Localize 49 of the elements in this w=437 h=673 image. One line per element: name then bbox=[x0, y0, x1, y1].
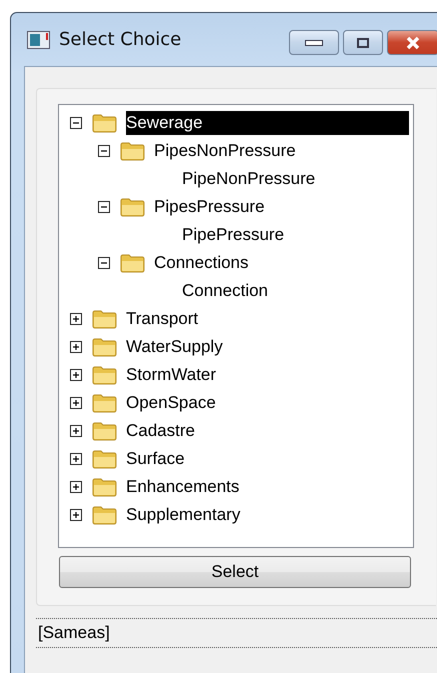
tree-item[interactable]: PipesNonPressure bbox=[154, 139, 298, 163]
folder-icon bbox=[92, 113, 117, 133]
tree-item[interactable]: Cadastre bbox=[126, 419, 197, 443]
expand-icon[interactable] bbox=[70, 481, 82, 493]
tree-item[interactable]: PipesPressure bbox=[154, 195, 267, 219]
tree-item[interactable]: Transport bbox=[126, 307, 200, 331]
tree-item[interactable]: PipeNonPressure bbox=[182, 167, 318, 191]
expand-icon[interactable] bbox=[70, 509, 82, 521]
folder-icon bbox=[92, 477, 117, 497]
folder-icon bbox=[92, 309, 117, 329]
tree-item[interactable]: OpenSpace bbox=[126, 391, 218, 415]
folder-icon bbox=[92, 337, 117, 357]
expand-icon[interactable] bbox=[70, 425, 82, 437]
collapse-icon[interactable] bbox=[70, 117, 82, 129]
window-title: Select Choice bbox=[59, 29, 182, 50]
minimize-button[interactable] bbox=[289, 30, 339, 55]
select-button[interactable]: Select bbox=[59, 556, 411, 588]
collapse-icon[interactable] bbox=[98, 145, 110, 157]
folder-icon bbox=[120, 197, 145, 217]
tree-item[interactable]: Surface bbox=[126, 447, 187, 471]
maximize-button[interactable] bbox=[343, 30, 383, 55]
tree-item[interactable]: Connection bbox=[182, 279, 270, 303]
collapse-icon[interactable] bbox=[98, 257, 110, 269]
collapse-icon[interactable] bbox=[98, 201, 110, 213]
tree-item[interactable]: PipePressure bbox=[182, 223, 286, 247]
minimize-icon bbox=[305, 40, 323, 46]
tree-item[interactable]: Sewerage bbox=[126, 111, 409, 135]
folder-icon bbox=[92, 393, 117, 413]
folder-icon bbox=[92, 365, 117, 385]
close-button[interactable] bbox=[387, 30, 437, 55]
folder-icon bbox=[120, 141, 145, 161]
tree-item[interactable]: Supplementary bbox=[126, 503, 242, 527]
tree-item[interactable]: StormWater bbox=[126, 363, 218, 387]
folder-icon bbox=[120, 253, 145, 273]
maximize-icon bbox=[357, 38, 369, 48]
expand-icon[interactable] bbox=[70, 397, 82, 409]
tree-item[interactable]: Enhancements bbox=[126, 475, 242, 499]
status-text: [Sameas] bbox=[38, 623, 110, 643]
tree-item[interactable]: WaterSupply bbox=[126, 335, 225, 359]
expand-icon[interactable] bbox=[70, 369, 82, 381]
expand-icon[interactable] bbox=[70, 453, 82, 465]
folder-icon bbox=[92, 421, 117, 441]
tree-item[interactable]: Connections bbox=[154, 251, 251, 275]
folder-icon bbox=[92, 505, 117, 525]
expand-icon[interactable] bbox=[70, 313, 82, 325]
close-icon bbox=[405, 36, 421, 50]
expand-icon[interactable] bbox=[70, 341, 82, 353]
app-icon bbox=[27, 30, 51, 50]
folder-icon bbox=[92, 449, 117, 469]
